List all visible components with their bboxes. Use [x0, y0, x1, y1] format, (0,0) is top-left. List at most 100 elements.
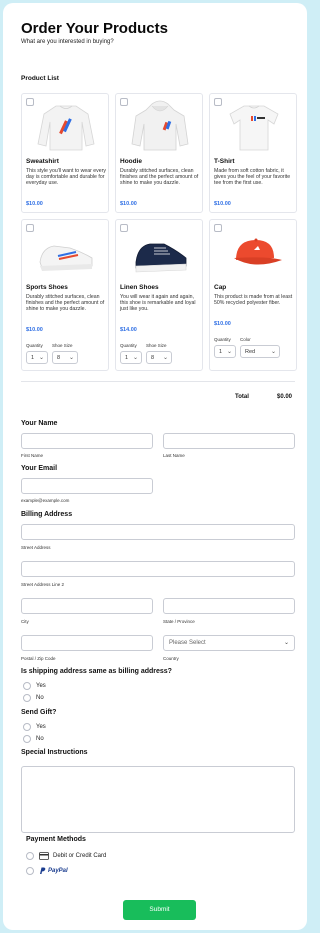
gift-yes-label: Yes — [36, 724, 46, 730]
product-price: $10.00 — [26, 327, 43, 333]
product-card-linen-shoes[interactable]: Linen Shoes You will wear it again and a… — [115, 219, 203, 371]
product-description: This product is made from at least 50% r… — [214, 294, 293, 307]
state-input[interactable] — [163, 598, 295, 614]
product-card-sweatshirt[interactable]: Sweatshirt This style you'll want to wea… — [21, 93, 109, 213]
street-address-input[interactable] — [21, 524, 295, 540]
product-checkbox[interactable] — [214, 98, 222, 106]
sports-shoes-image — [39, 245, 93, 271]
product-checkbox[interactable] — [26, 224, 34, 232]
country-label: Country — [163, 656, 179, 661]
product-card-hoodie[interactable]: Hoodie Durably stitched surfaces, clean … — [115, 93, 203, 213]
product-card-sports-shoes[interactable]: Sports Shoes Durably stitched surfaces, … — [21, 219, 109, 371]
product-description: This style you'll want to wear every day… — [26, 168, 106, 187]
chevron-down-icon: ⌄ — [226, 349, 232, 355]
product-description: Durably stitched surfaces, clean finishe… — [120, 168, 199, 187]
send-gift-question: Send Gift? — [21, 709, 57, 716]
product-name: Hoodie — [120, 158, 143, 165]
quantity-select[interactable]: 1 ⌄ — [26, 351, 48, 364]
email-hint: example@example.com — [21, 498, 70, 503]
shoe-size-select[interactable]: 8 ⌄ — [52, 351, 78, 364]
paypal-label: PayPal — [48, 868, 68, 874]
page-subtitle: What are you interested in buying? — [21, 39, 114, 45]
street-address-label: Street Address — [21, 545, 51, 550]
paypal-icon — [40, 867, 46, 874]
submit-button[interactable]: Submit — [123, 900, 196, 920]
shipping-same-question: Is shipping address same as billing addr… — [21, 668, 172, 675]
product-card-cap[interactable]: Cap This product is made from at least 5… — [209, 219, 297, 371]
product-checkbox[interactable] — [120, 98, 128, 106]
page-title: Order Your Products — [21, 20, 168, 37]
product-price: $10.00 — [214, 321, 231, 327]
product-price: $10.00 — [214, 201, 231, 207]
your-email-label: Your Email — [21, 465, 58, 472]
gift-no-label: No — [36, 736, 44, 742]
total-label: Total — [235, 394, 249, 400]
country-select[interactable]: Please Select ⌄ — [163, 635, 295, 651]
quantity-label: Quantity — [214, 337, 231, 342]
quantity-select[interactable]: 1 ⌄ — [120, 351, 142, 364]
email-field[interactable] — [21, 478, 153, 494]
product-checkbox[interactable] — [214, 224, 222, 232]
city-input[interactable] — [21, 598, 153, 614]
your-name-label: Your Name — [21, 420, 58, 427]
chevron-down-icon: ⌄ — [132, 355, 138, 361]
shipping-yes-label: Yes — [36, 683, 46, 689]
product-price: $10.00 — [26, 201, 43, 207]
street-address-line2-label: Street Address Line 2 — [21, 582, 65, 587]
state-label: State / Province — [163, 619, 195, 624]
billing-address-label: Billing Address — [21, 511, 73, 518]
product-description: Made from soft cotton fabric, it gives y… — [214, 168, 291, 187]
shoe-size-label: Shoe Size — [146, 343, 167, 348]
quantity-select[interactable]: 1 ⌄ — [214, 345, 236, 358]
first-name-label: First Name — [21, 453, 44, 458]
product-name: T-Shirt — [214, 158, 235, 165]
chevron-down-icon: ⌄ — [270, 349, 276, 355]
payment-card-label: Debit or Credit Card — [53, 853, 107, 859]
postal-code-label: Postal / Zip Code — [21, 656, 56, 661]
payment-card-radio[interactable] — [26, 852, 34, 860]
postal-code-input[interactable] — [21, 635, 153, 651]
shipping-no-radio[interactable] — [23, 694, 31, 702]
payment-paypal-radio[interactable] — [26, 867, 34, 875]
chevron-down-icon: ⌄ — [68, 355, 74, 361]
divider — [21, 381, 295, 382]
quantity-label: Quantity — [120, 343, 137, 348]
product-name: Linen Shoes — [120, 284, 159, 291]
total-value: $0.00 — [277, 394, 293, 400]
last-name-label: Last Name — [163, 453, 185, 458]
street-address-line2-input[interactable] — [21, 561, 295, 577]
hoodie-image — [131, 100, 189, 151]
special-instructions-textarea[interactable] — [21, 766, 295, 833]
product-description: You will wear it again and again, this s… — [120, 294, 196, 313]
linen-shoes-image — [135, 243, 187, 273]
shipping-no-label: No — [36, 695, 44, 701]
color-select[interactable]: Red ⌄ — [240, 345, 280, 358]
gift-no-radio[interactable] — [23, 735, 31, 743]
shoe-size-label: Shoe Size — [52, 343, 73, 348]
product-name: Cap — [214, 284, 227, 291]
product-checkbox[interactable] — [120, 224, 128, 232]
chevron-down-icon: ⌄ — [283, 640, 289, 646]
color-label: Color — [240, 337, 251, 342]
quantity-label: Quantity — [26, 343, 43, 348]
special-instructions-label: Special Instructions — [21, 749, 88, 756]
product-card-tshirt[interactable]: T-Shirt Made from soft cotton fabric, it… — [209, 93, 297, 213]
product-price: $10.00 — [120, 201, 137, 207]
product-checkbox[interactable] — [26, 98, 34, 106]
product-price: $14.00 — [120, 327, 137, 333]
payment-methods-label: Payment Methods — [26, 836, 86, 843]
first-name-input[interactable] — [21, 433, 153, 449]
chevron-down-icon: ⌄ — [38, 355, 44, 361]
city-label: City — [21, 619, 29, 624]
gift-yes-radio[interactable] — [23, 723, 31, 731]
shoe-size-select[interactable]: 8 ⌄ — [146, 351, 172, 364]
credit-card-icon — [39, 852, 49, 860]
cap-image — [234, 238, 282, 265]
product-name: Sweatshirt — [26, 158, 59, 165]
form-card: Order Your Products What are you interes… — [3, 3, 307, 930]
sweatshirt-image — [37, 105, 95, 151]
product-description: Durably stitched surfaces, clean finishe… — [26, 294, 105, 313]
shipping-yes-radio[interactable] — [23, 682, 31, 690]
tshirt-image — [229, 105, 279, 151]
last-name-input[interactable] — [163, 433, 295, 449]
